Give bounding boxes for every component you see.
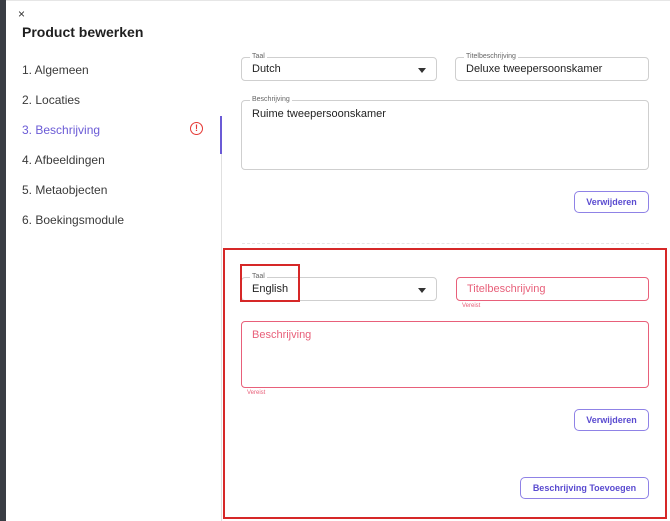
description-label: Beschrijving — [250, 95, 292, 105]
sidebar-divider — [221, 116, 222, 521]
language-select[interactable]: Taal Dutch — [241, 52, 437, 81]
active-section-indicator — [220, 116, 222, 154]
sidebar-item-boekingsmodule[interactable]: 6. Boekingsmodule — [22, 213, 124, 227]
chevron-down-icon — [418, 68, 426, 73]
language-value: English — [252, 283, 289, 295]
description-placeholder: Beschrijving — [252, 329, 312, 341]
page-title: Product bewerken — [22, 24, 144, 40]
title-placeholder: Titelbeschrijving — [467, 283, 546, 295]
title-value: Deluxe tweepersoonskamer — [466, 63, 603, 75]
language-value: Dutch — [252, 63, 281, 75]
description-field[interactable]: Beschrijving — [241, 321, 649, 388]
description-field[interactable]: Beschrijving Ruime tweepersoonskamer — [241, 95, 649, 170]
chevron-down-icon — [418, 288, 426, 293]
language-label: Taal — [250, 272, 267, 282]
title-field[interactable]: Titelbeschrijving Deluxe tweepersoonskam… — [455, 52, 649, 81]
sidebar-item-algemeen[interactable]: 1. Algemeen — [22, 63, 89, 77]
remove-button[interactable]: Verwijderen — [574, 409, 649, 431]
warning-icon: ! — [190, 122, 203, 135]
sidebar-item-locaties[interactable]: 2. Locaties — [22, 93, 80, 107]
language-label: Taal — [250, 52, 267, 62]
remove-button[interactable]: Verwijderen — [574, 191, 649, 213]
close-icon[interactable]: × — [18, 8, 25, 20]
title-label: Titelbeschrijving — [464, 52, 518, 62]
language-select[interactable]: Taal English — [241, 272, 437, 301]
sidebar-item-afbeeldingen[interactable]: 4. Afbeeldingen — [22, 153, 105, 167]
title-required-hint: Vereist — [462, 303, 481, 309]
title-field[interactable]: Titelbeschrijving — [456, 277, 649, 301]
description-value: Ruime tweepersoonskamer — [252, 108, 386, 120]
section-separator — [242, 243, 649, 244]
description-required-hint: Vereist — [247, 390, 266, 396]
top-border — [6, 0, 670, 1]
add-description-button[interactable]: Beschrijving Toevoegen — [520, 477, 649, 499]
sidebar-item-metaobjecten[interactable]: 5. Metaobjecten — [22, 183, 107, 197]
sidebar-item-beschrijving[interactable]: 3. Beschrijving — [22, 123, 100, 137]
window-edge — [0, 0, 6, 521]
